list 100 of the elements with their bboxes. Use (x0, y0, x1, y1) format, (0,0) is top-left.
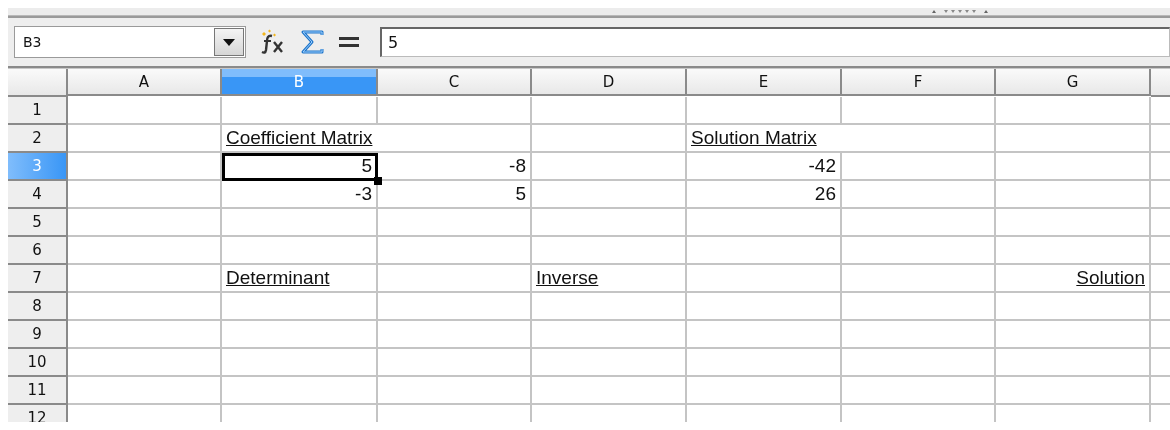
row-header[interactable]: 1 (8, 97, 68, 125)
row-header[interactable]: 10 (8, 349, 68, 377)
column-header[interactable]: A (68, 69, 222, 96)
table-cell[interactable] (687, 97, 842, 125)
table-cell[interactable] (687, 237, 842, 265)
table-cell[interactable]: Solution Matrix (687, 125, 996, 153)
table-cell[interactable] (68, 265, 222, 293)
table-cell[interactable] (68, 293, 222, 321)
table-cell[interactable] (842, 293, 996, 321)
table-cell[interactable]: Determinant (222, 265, 378, 293)
table-cell[interactable]: 5 (378, 181, 532, 209)
table-cell[interactable] (687, 321, 842, 349)
equals-icon (338, 35, 360, 49)
table-cell[interactable] (378, 293, 532, 321)
table-cell[interactable] (532, 293, 687, 321)
table-cell[interactable] (68, 349, 222, 377)
table-cell[interactable] (68, 321, 222, 349)
row-header[interactable]: 9 (8, 321, 68, 349)
table-cell[interactable] (378, 209, 532, 237)
table-cell[interactable] (996, 97, 1151, 125)
table-cell[interactable] (378, 321, 532, 349)
table-cell[interactable] (378, 349, 532, 377)
column-header[interactable]: E (687, 69, 842, 96)
table-cell[interactable] (378, 265, 532, 293)
table-cell[interactable] (842, 97, 996, 125)
column-header[interactable] (1151, 69, 1170, 97)
table-cell[interactable] (687, 349, 842, 377)
table-cell[interactable] (996, 153, 1151, 181)
table-cell[interactable] (222, 293, 378, 321)
table-cell[interactable] (687, 377, 842, 405)
caret-icon (223, 38, 235, 46)
table-cell[interactable] (842, 265, 996, 293)
table-cell[interactable] (532, 321, 687, 349)
formula-input[interactable]: 5 (380, 27, 1170, 57)
column-header[interactable]: F (842, 69, 996, 96)
table-cell[interactable] (996, 125, 1151, 153)
table-cell[interactable] (532, 237, 687, 265)
row-header[interactable]: 11 (8, 377, 68, 405)
table-cell[interactable] (68, 97, 222, 125)
table-cell[interactable]: -42 (687, 153, 842, 181)
table-cell[interactable] (222, 97, 378, 125)
table-cell[interactable] (842, 209, 996, 237)
table-cell[interactable] (996, 377, 1151, 405)
table-cell[interactable] (222, 209, 378, 237)
table-cell[interactable] (842, 237, 996, 265)
row-header[interactable]: 2 (8, 125, 68, 153)
column-header[interactable]: C (378, 69, 532, 96)
table-cell[interactable]: 5 (222, 153, 378, 181)
sum-icon (300, 30, 326, 54)
table-cell[interactable] (996, 237, 1151, 265)
table-cell[interactable] (532, 349, 687, 377)
table-cell[interactable]: Coefficient Matrix (222, 125, 532, 153)
table-cell[interactable] (222, 377, 378, 405)
table-cell[interactable]: Solution (996, 265, 1151, 293)
table-cell[interactable] (378, 237, 532, 265)
table-cell[interactable] (532, 209, 687, 237)
table-cell[interactable] (222, 349, 378, 377)
table-cell[interactable] (68, 209, 222, 237)
table-cell[interactable] (842, 349, 996, 377)
table-cell[interactable] (687, 293, 842, 321)
select-all-corner[interactable] (8, 69, 68, 97)
grip-icon[interactable] (930, 9, 990, 14)
row-header[interactable]: 8 (8, 293, 68, 321)
table-cell[interactable] (532, 181, 687, 209)
table-cell[interactable] (532, 153, 687, 181)
row-header[interactable]: 6 (8, 237, 68, 265)
table-cell[interactable] (687, 265, 842, 293)
table-cell[interactable]: -8 (378, 153, 532, 181)
table-cell[interactable] (842, 321, 996, 349)
table-cell[interactable] (68, 237, 222, 265)
table-cell[interactable] (996, 293, 1151, 321)
table-cell[interactable]: 26 (687, 181, 842, 209)
table-cell[interactable] (996, 321, 1151, 349)
row-header[interactable]: 7 (8, 265, 68, 293)
row-header[interactable]: 5 (8, 209, 68, 237)
table-cell[interactable]: Inverse (532, 265, 687, 293)
table-cell[interactable] (996, 349, 1151, 377)
row-header[interactable]: 4 (8, 181, 68, 209)
table-cell[interactable] (687, 209, 842, 237)
table-cell[interactable] (532, 125, 687, 153)
table-cell[interactable] (532, 97, 687, 125)
fill-handle[interactable] (374, 177, 382, 185)
table-cell[interactable] (222, 237, 378, 265)
table-cell[interactable] (532, 377, 687, 405)
table-cell[interactable] (842, 181, 996, 209)
table-cell[interactable] (842, 377, 996, 405)
table-cell[interactable]: -3 (222, 181, 378, 209)
table-cell[interactable] (68, 181, 222, 209)
table-cell[interactable] (68, 153, 222, 181)
table-cell[interactable] (378, 97, 532, 125)
table-cell[interactable] (842, 153, 996, 181)
table-cell[interactable] (996, 209, 1151, 237)
column-header[interactable]: D (532, 69, 687, 96)
dropdown-button[interactable] (214, 28, 244, 56)
table-cell[interactable] (378, 377, 532, 405)
table-cell[interactable] (68, 125, 222, 153)
table-cell[interactable] (68, 377, 222, 405)
table-cell[interactable] (996, 181, 1151, 209)
column-header[interactable]: G (996, 69, 1151, 96)
table-cell[interactable] (222, 321, 378, 349)
